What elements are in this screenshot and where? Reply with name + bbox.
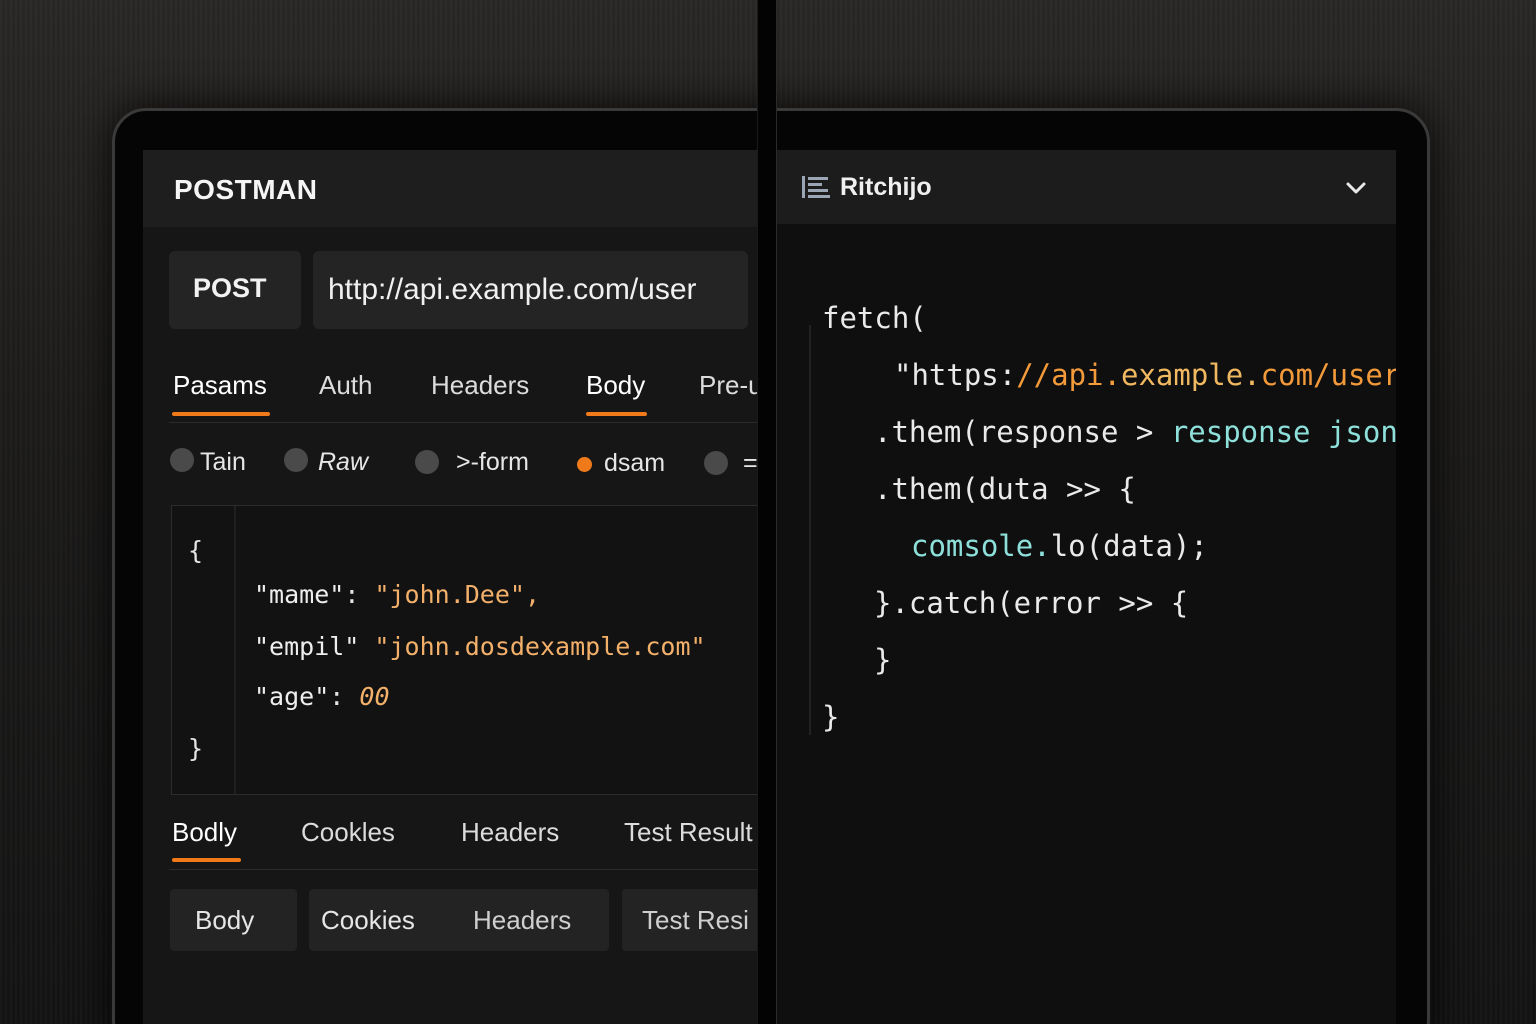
subtab-test-results[interactable]: Test Resi [622,889,758,951]
json-key-name: "mame" [254,580,345,609]
code-token: com/user [1260,358,1396,392]
code-token: "https: [894,358,1017,392]
method-select[interactable]: POST [169,251,301,329]
response-tab-underline [172,858,241,862]
json-value-age: 00 [359,682,390,711]
response-tab-test-results[interactable]: Test Result [624,817,753,848]
code-line-3: .them(response > response json [874,415,1396,449]
subtab-body-label: Body [195,905,255,935]
editor-gutter [234,506,236,794]
code-panel: Ritchijo fetch( "https://api.example.com… [776,150,1396,1024]
json-colon: : [329,682,345,711]
radio-dsam-label: dsam [604,449,666,477]
radio-other[interactable] [704,451,728,475]
method-label: POST [193,273,267,303]
radio-form[interactable] [415,450,439,474]
radio-other-label: = [743,449,758,477]
close-brace: } [188,734,204,763]
active-tab-underline [172,412,270,416]
code-line-8: } [822,700,840,734]
code-token: .them(response > [874,415,1171,449]
split-divider[interactable] [758,0,776,1024]
code-line-1: fetch( [822,301,927,335]
subtab-test-results-label: Test Resi [642,905,749,935]
app-header: POSTMAN [143,150,758,227]
json-value-email: "john.dosdexample.com" [374,632,706,661]
chevron-down-icon[interactable] [1344,176,1368,200]
json-line-email: "empil" "john.dosdexample.com" [254,632,706,661]
code-token: example. [1120,358,1261,392]
tab-body[interactable]: Body [586,370,645,401]
radio-dsam[interactable] [577,457,592,472]
code-panel-title: Ritchijo [840,173,932,201]
response-tab-headers[interactable]: Headers [461,817,559,848]
divider [169,422,758,423]
radio-tain[interactable] [170,448,194,472]
url-text: http://api.example.com/user [328,273,697,306]
tab-auth[interactable]: Auth [319,370,373,401]
json-line-age: "age": 00 [254,682,390,711]
body-editor[interactable]: { "mame": "john.Dee", "empil" "john.dosd… [171,505,758,795]
code-panel-header: Ritchijo [776,150,1396,224]
subtab-cookies[interactable]: Cookies [321,905,415,936]
json-key-age: "age" [254,682,330,711]
code-token: //api. [1016,358,1121,392]
radio-form-label: >-form [456,448,529,476]
json-line-name: "mame": "john.Dee", [254,580,540,609]
divider [169,869,758,870]
code-line-2: "https://api.example.com/user [894,358,1396,392]
subtab-body[interactable]: Body [170,889,297,951]
code-line-6: }.catch(error >> { [874,586,1189,620]
app-title: POSTMAN [174,174,318,205]
list-icon [802,176,830,198]
subtab-group: Cookies Headers [309,889,609,951]
url-input[interactable]: http://api.example.com/user [313,251,748,329]
code-line-4: .them(duta >> { [874,472,1136,506]
tab-headers[interactable]: Headers [431,370,529,401]
response-tab-cookies[interactable]: Cookles [301,817,395,848]
code-token: comsole. [911,529,1051,563]
code-line-7: } [874,643,892,677]
subtab-headers[interactable]: Headers [473,905,571,936]
json-key-email: "empil" [254,632,360,661]
json-value-name: "john.Dee", [374,580,541,609]
radio-raw-label: Raw [318,448,369,476]
postman-panel: POSTMAN POST http://api.example.com/user… [143,150,758,1024]
tab-pre-request[interactable]: Pre-u [699,370,758,401]
response-tab-body[interactable]: Bodly [172,817,237,848]
code-line-5: comsole.lo(data); [911,529,1208,563]
code-token: lo(data); [1050,529,1208,563]
radio-raw[interactable] [284,448,308,472]
radio-tain-label: Tain [200,448,246,476]
indent-guide [809,325,811,735]
body-tab-underline [586,412,647,416]
code-token: response json [1170,415,1396,449]
open-brace: { [188,536,204,565]
json-colon: : [344,580,360,609]
tab-params[interactable]: Pasams [173,370,267,401]
